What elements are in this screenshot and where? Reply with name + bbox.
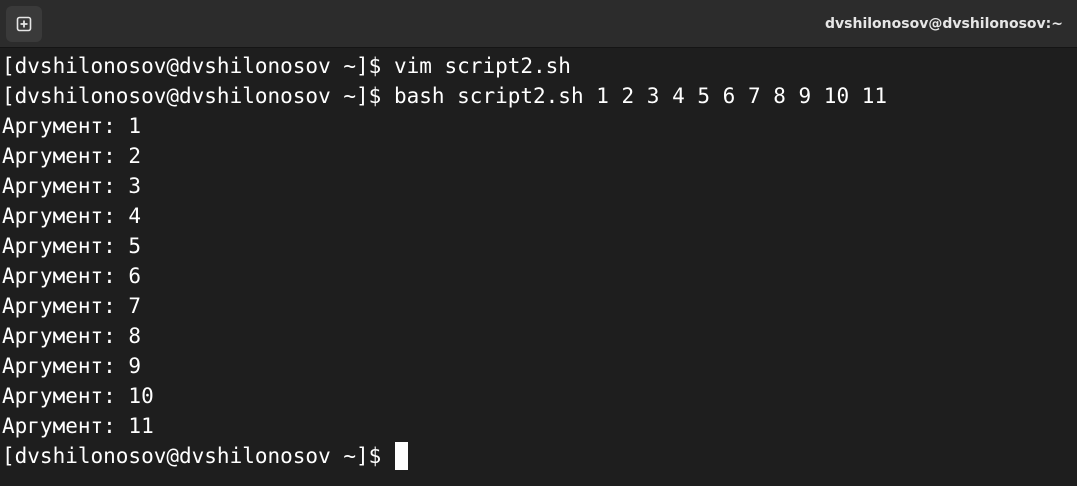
title-bar: dvshilonosov@dvshilonosov:~ (0, 0, 1077, 48)
output-line: Аргумент: 3 (2, 174, 142, 198)
window-title: dvshilonosov@dvshilonosov:~ (825, 16, 1063, 32)
output-line: Аргумент: 7 (2, 294, 142, 318)
output-line: Аргумент: 1 (2, 114, 142, 138)
output-line: Аргумент: 5 (2, 234, 142, 258)
output-line: Аргумент: 6 (2, 264, 142, 288)
text-cursor (394, 442, 408, 470)
new-tab-plus-icon (16, 16, 32, 32)
current-prompt-line[interactable]: [dvshilonosov@dvshilonosov ~]$ (2, 441, 1077, 471)
command-line: [dvshilonosov@dvshilonosov ~]$ vim scrip… (2, 51, 1077, 81)
output-line: Аргумент: 8 (2, 324, 142, 348)
output-line: Аргумент: 9 (2, 354, 142, 378)
output-line: Аргумент: 2 (2, 144, 142, 168)
shell-prompt: [dvshilonosov@dvshilonosov ~]$ (2, 54, 394, 78)
output-line: Аргумент: 11 (2, 414, 154, 438)
shell-prompt: [dvshilonosov@dvshilonosov ~]$ (2, 84, 394, 108)
command-line: [dvshilonosov@dvshilonosov ~]$ bash scri… (2, 81, 1077, 111)
command-text: bash script2.sh 1 2 3 4 5 6 7 8 9 10 11 (393, 84, 888, 108)
command-text: vim script2.sh (393, 54, 571, 78)
shell-prompt: [dvshilonosov@dvshilonosov ~]$ (2, 444, 394, 468)
output-line: Аргумент: 10 (2, 384, 154, 408)
terminal-window: dvshilonosov@dvshilonosov:~ [dvshilonoso… (0, 0, 1077, 486)
new-tab-button[interactable] (6, 6, 42, 42)
terminal-output[interactable]: [dvshilonosov@dvshilonosov ~]$ vim scrip… (2, 51, 1077, 486)
output-line: Аргумент: 4 (2, 204, 142, 228)
